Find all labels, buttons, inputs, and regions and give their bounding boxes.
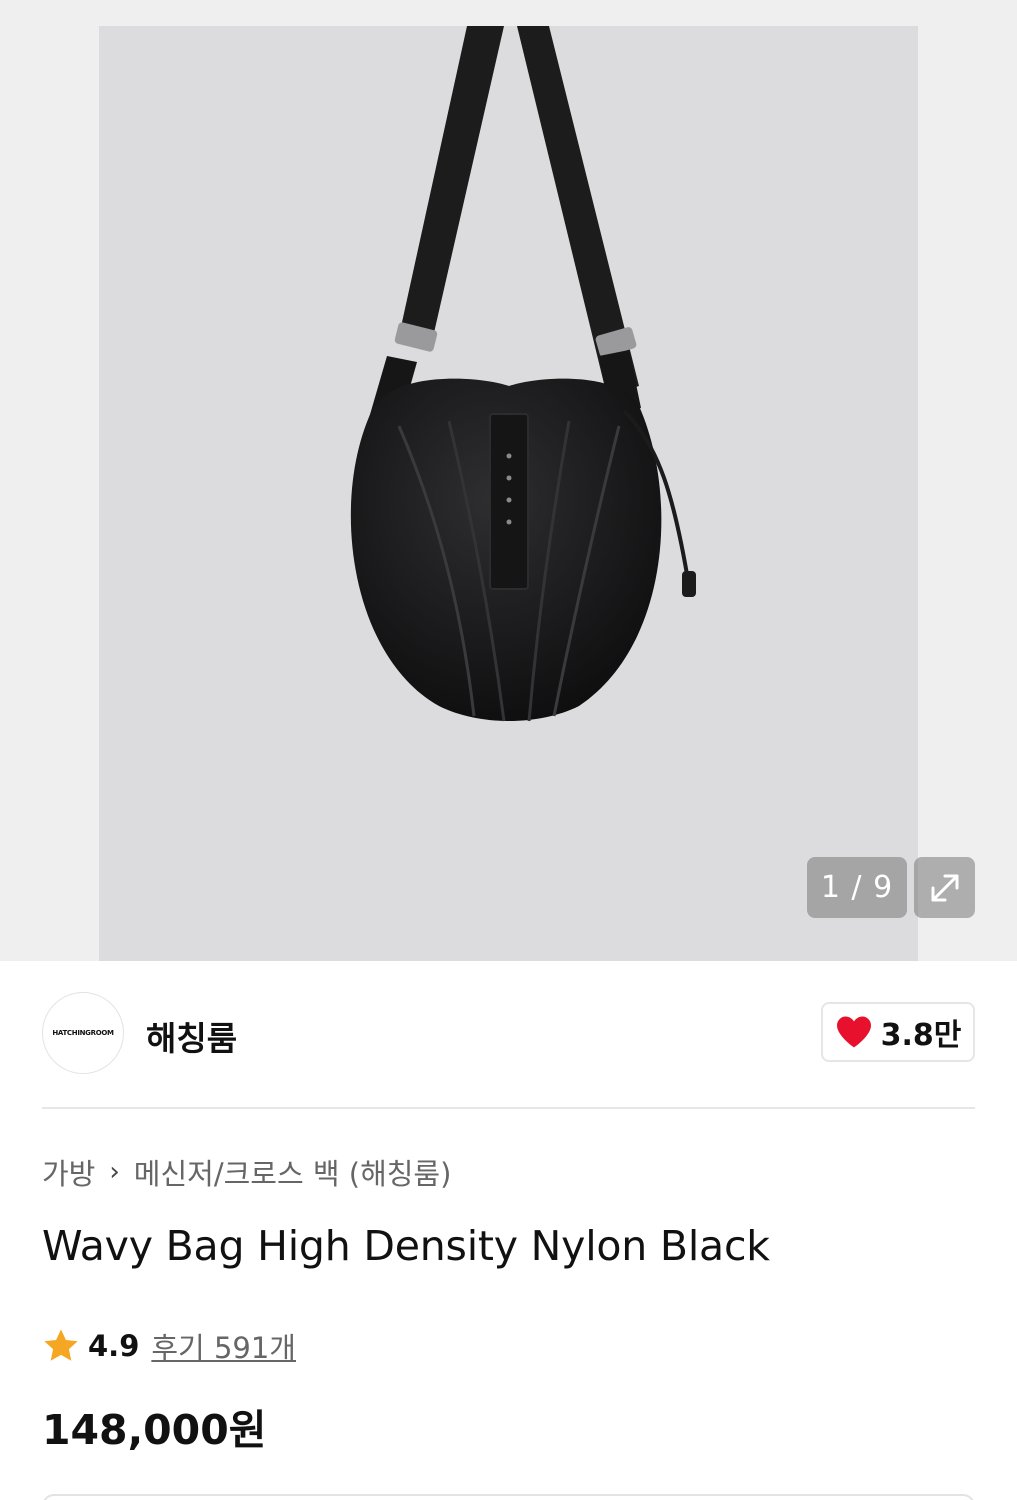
star-icon xyxy=(44,1329,78,1361)
expand-button[interactable] xyxy=(914,857,975,918)
heart-icon xyxy=(836,1016,871,1048)
product-page: 1 / 9 HATCHINGROOM 해칭룸 3.8만 가방 › 메신저/크로스… xyxy=(0,0,1017,1500)
review-count-link[interactable]: 후기 591개 xyxy=(151,1325,296,1367)
product-image[interactable] xyxy=(99,26,918,961)
brand-row: HATCHINGROOM 해칭룸 3.8만 xyxy=(42,992,975,1076)
product-gallery[interactable]: 1 / 9 xyxy=(0,0,1017,961)
breadcrumb: 가방 › 메신저/크로스 백 (해칭룸) xyxy=(42,1150,451,1194)
expand-icon xyxy=(931,874,958,901)
breadcrumb-subcategory[interactable]: 메신저/크로스 백 (해칭룸) xyxy=(134,1151,452,1193)
bag-photo xyxy=(99,26,918,961)
image-counter: 1 / 9 xyxy=(807,857,907,918)
product-title: Wavy Bag High Density Nylon Black xyxy=(42,1222,770,1270)
product-price: 148,000원 xyxy=(42,1406,267,1454)
brand-name[interactable]: 해칭룸 xyxy=(146,1012,237,1060)
like-count: 3.8만 xyxy=(880,1018,962,1053)
rating-row: 4.9 후기 591개 xyxy=(42,1324,296,1368)
breadcrumb-category[interactable]: 가방 xyxy=(42,1151,95,1193)
brand-logo-text: HATCHINGROOM xyxy=(52,1029,114,1037)
like-button[interactable]: 3.8만 xyxy=(821,1002,975,1062)
brand-logo[interactable]: HATCHINGROOM xyxy=(42,992,124,1074)
chevron-right-icon: › xyxy=(109,1157,120,1187)
rating-value: 4.9 xyxy=(88,1329,140,1363)
divider xyxy=(42,1107,975,1109)
next-section-card xyxy=(42,1494,975,1500)
